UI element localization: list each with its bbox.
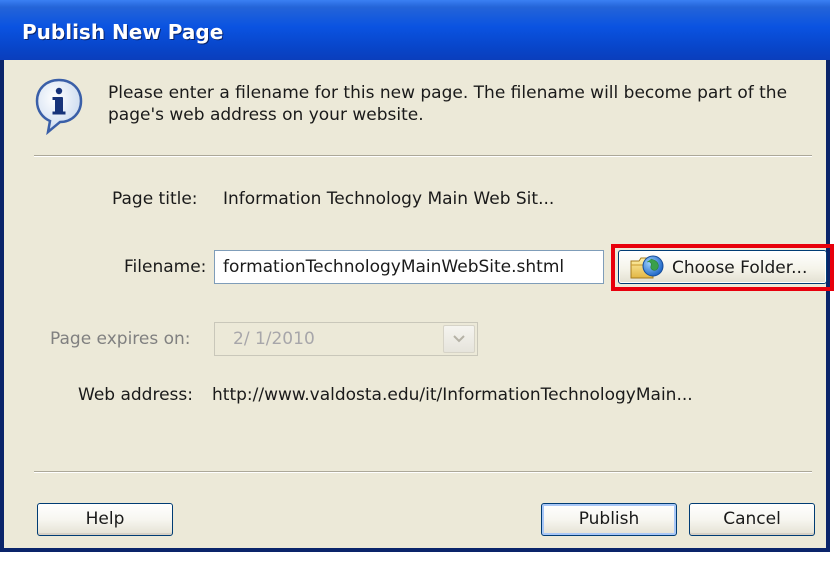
- page-title-label: Page title:: [112, 189, 198, 209]
- filename-label: Filename:: [124, 257, 207, 277]
- separator-top: [34, 155, 812, 157]
- choose-folder-label: Choose Folder...: [672, 258, 808, 278]
- choose-folder-button[interactable]: Choose Folder...: [618, 250, 827, 284]
- expires-date-picker: 2/ 1/2010: [214, 322, 478, 356]
- info-message: Please enter a filename for this new pag…: [108, 83, 788, 125]
- filename-input[interactable]: formationTechnologyMainWebSite.shtml: [214, 250, 604, 284]
- separator-bottom: [34, 471, 812, 473]
- window-title: Publish New Page: [22, 20, 224, 44]
- folder-globe-icon: [630, 255, 664, 279]
- web-address-value: http://www.valdosta.edu/it/InformationTe…: [212, 385, 693, 405]
- expires-label: Page expires on:: [50, 329, 191, 349]
- web-address-label: Web address:: [78, 385, 193, 405]
- help-button[interactable]: Help: [37, 503, 173, 536]
- page-title-value: Information Technology Main Web Sit...: [223, 189, 555, 209]
- expires-dropdown-button: [443, 325, 475, 353]
- expires-date-value: 2/ 1/2010: [233, 329, 315, 349]
- info-icon: [35, 78, 83, 135]
- publish-button[interactable]: Publish: [541, 503, 677, 536]
- title-bar[interactable]: Publish New Page: [0, 0, 830, 60]
- publish-dialog: Publish New Page Please enter a filename…: [0, 0, 834, 552]
- chevron-down-icon: [453, 335, 465, 343]
- cancel-button[interactable]: Cancel: [689, 503, 815, 536]
